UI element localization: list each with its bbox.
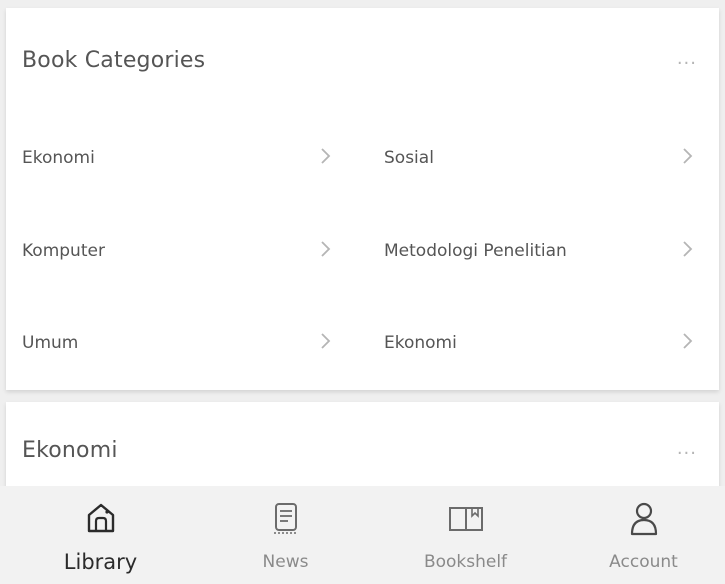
nav-item-news[interactable]: News [195, 486, 376, 584]
section-title: Ekonomi [22, 438, 118, 463]
nav-label: Account [609, 552, 678, 572]
category-label: Ekonomi [384, 333, 457, 353]
nav-item-bookshelf[interactable]: Bookshelf [375, 486, 556, 584]
nav-label: Library [63, 550, 138, 574]
news-icon [273, 503, 298, 534]
category-item[interactable]: Metodologi Penelitian [384, 231, 694, 271]
more-options-button[interactable]: ... [677, 50, 697, 68]
category-item[interactable]: Umum [22, 323, 332, 363]
card-title: Book Categories [22, 48, 206, 73]
chevron-right-icon [683, 241, 693, 257]
app-screen: Book Categories ... Ekonomi Sosial Kompu… [0, 0, 725, 584]
book-categories-card: Book Categories ... Ekonomi Sosial Kompu… [6, 8, 719, 390]
category-label: Metodologi Penelitian [384, 241, 567, 261]
chevron-right-icon [683, 333, 693, 349]
chevron-right-icon [321, 241, 331, 257]
book-icon [448, 507, 483, 531]
nav-label: Bookshelf [423, 552, 508, 572]
category-item[interactable]: Ekonomi [384, 323, 694, 363]
nav-label: News [262, 552, 309, 572]
nav-item-library[interactable]: Library [10, 486, 191, 584]
more-options-button[interactable]: ... [677, 440, 697, 458]
user-icon [630, 502, 657, 536]
category-item[interactable]: Komputer [22, 231, 332, 271]
bottom-navigation: Library News Bookshelf Account [0, 486, 725, 584]
category-label: Komputer [22, 241, 105, 261]
chevron-right-icon [683, 148, 693, 164]
category-label: Umum [22, 333, 79, 353]
category-label: Ekonomi [22, 148, 95, 168]
chevron-right-icon [321, 333, 331, 349]
category-item[interactable]: Sosial [384, 138, 694, 178]
home-icon [87, 503, 114, 533]
nav-item-account[interactable]: Account [553, 486, 725, 584]
category-item[interactable]: Ekonomi [22, 138, 332, 178]
chevron-right-icon [321, 148, 331, 164]
card-header: Book Categories ... [6, 8, 719, 108]
category-label: Sosial [384, 148, 434, 168]
